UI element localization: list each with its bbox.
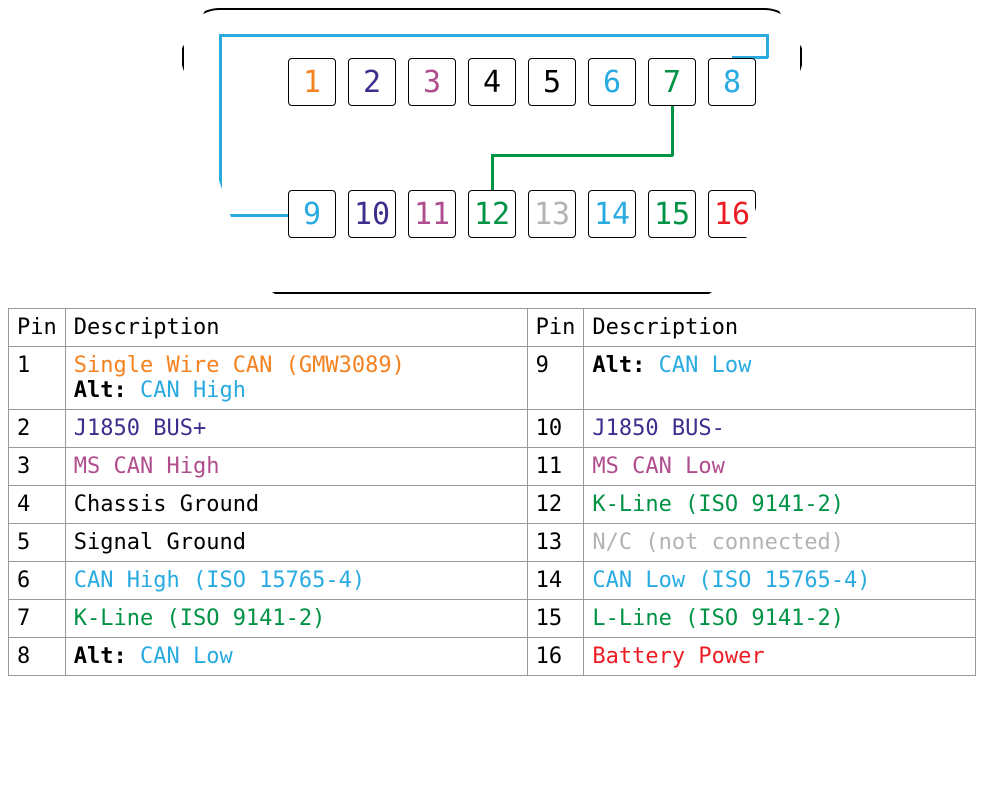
pin-desc: MS CAN High — [65, 448, 527, 486]
pin-2: 2 — [348, 58, 396, 106]
pin-9: 9 — [288, 190, 336, 238]
alt-text: CAN Low — [140, 644, 233, 669]
desc-text: L-Line (ISO 9141-2) — [592, 606, 844, 631]
col-pin: Pin — [9, 309, 66, 347]
connector-outline: 1 2 3 4 5 6 7 8 9 10 11 12 13 14 15 16 — [182, 8, 802, 294]
pin-desc: J1850 BUS+ — [65, 410, 527, 448]
desc-text: Signal Ground — [74, 530, 246, 555]
pin-num: 13 — [527, 524, 584, 562]
desc-text: MS CAN High — [74, 454, 220, 479]
table-header-row: Pin Description Pin Description — [9, 309, 976, 347]
obd-connector-diagram: 1 2 3 4 5 6 7 8 9 10 11 12 13 14 15 16 — [182, 8, 802, 294]
pin-desc: K-Line (ISO 9141-2) — [65, 600, 527, 638]
col-desc: Description — [584, 309, 976, 347]
table-row: 2 J1850 BUS+ 10 J1850 BUS- — [9, 410, 976, 448]
pin-num: 2 — [9, 410, 66, 448]
table-row: 7 K-Line (ISO 9141-2) 15 L-Line (ISO 914… — [9, 600, 976, 638]
alt-text: CAN High — [140, 378, 246, 403]
desc-text: CAN High (ISO 15765-4) — [74, 568, 365, 593]
pin-5: 5 — [528, 58, 576, 106]
pin-6: 6 — [588, 58, 636, 106]
desc-text: MS CAN Low — [592, 454, 724, 479]
pin-num: 4 — [9, 486, 66, 524]
pin-num: 11 — [527, 448, 584, 486]
desc-text: Single Wire CAN (GMW3089) — [74, 353, 405, 378]
table-row: 8 Alt: CAN Low 16 Battery Power — [9, 638, 976, 676]
pin-row-bottom: 9 10 11 12 13 14 15 16 — [288, 190, 756, 238]
wire-blue — [219, 34, 222, 216]
desc-text: K-Line (ISO 9141-2) — [74, 606, 326, 631]
pin-4: 4 — [468, 58, 516, 106]
desc-text: N/C (not connected) — [592, 530, 844, 555]
desc-text: J1850 BUS- — [592, 416, 724, 441]
pin-desc: K-Line (ISO 9141-2) — [584, 486, 976, 524]
pin-num: 5 — [9, 524, 66, 562]
col-desc: Description — [65, 309, 527, 347]
alt-label: Alt: — [74, 378, 127, 403]
col-pin: Pin — [527, 309, 584, 347]
pin-8: 8 — [708, 58, 756, 106]
table-row: 6 CAN High (ISO 15765-4) 14 CAN Low (ISO… — [9, 562, 976, 600]
pin-13: 13 — [528, 190, 576, 238]
pin-desc: J1850 BUS- — [584, 410, 976, 448]
pin-num: 9 — [527, 347, 584, 410]
pin-desc: Alt: CAN Low — [65, 638, 527, 676]
pin-num: 10 — [527, 410, 584, 448]
pin-10: 10 — [348, 190, 396, 238]
table-row: 3 MS CAN High 11 MS CAN Low — [9, 448, 976, 486]
pin-11: 11 — [408, 190, 456, 238]
pin-num: 7 — [9, 600, 66, 638]
pin-num: 6 — [9, 562, 66, 600]
pin-desc: N/C (not connected) — [584, 524, 976, 562]
pin-num: 15 — [527, 600, 584, 638]
pin-num: 8 — [9, 638, 66, 676]
alt-text: CAN Low — [659, 353, 752, 378]
table-row: 5 Signal Ground 13 N/C (not connected) — [9, 524, 976, 562]
pin-desc: CAN High (ISO 15765-4) — [65, 562, 527, 600]
pin-desc: Alt: CAN Low — [584, 347, 976, 410]
pin-desc: Battery Power — [584, 638, 976, 676]
wire-green — [491, 154, 494, 192]
pin-desc: CAN Low (ISO 15765-4) — [584, 562, 976, 600]
pin-num: 16 — [527, 638, 584, 676]
pin-desc: L-Line (ISO 9141-2) — [584, 600, 976, 638]
pin-1: 1 — [288, 58, 336, 106]
pin-14: 14 — [588, 190, 636, 238]
pin-desc: Chassis Ground — [65, 486, 527, 524]
pin-num: 3 — [9, 448, 66, 486]
pin-7: 7 — [648, 58, 696, 106]
alt-label: Alt: — [74, 644, 127, 669]
wire-green — [491, 154, 673, 157]
desc-text: Battery Power — [592, 644, 764, 669]
pin-num: 12 — [527, 486, 584, 524]
pin-12: 12 — [468, 190, 516, 238]
pin-desc: MS CAN Low — [584, 448, 976, 486]
wire-blue — [219, 34, 768, 37]
pin-3: 3 — [408, 58, 456, 106]
pin-16: 16 — [708, 190, 756, 238]
pin-row-top: 1 2 3 4 5 6 7 8 — [288, 58, 756, 106]
desc-text: Chassis Ground — [74, 492, 259, 517]
pin-desc: Single Wire CAN (GMW3089) Alt: CAN High — [65, 347, 527, 410]
table-row: 1 Single Wire CAN (GMW3089) Alt: CAN Hig… — [9, 347, 976, 410]
desc-text: CAN Low (ISO 15765-4) — [592, 568, 870, 593]
pin-desc: Signal Ground — [65, 524, 527, 562]
pinout-table: Pin Description Pin Description 1 Single… — [8, 308, 976, 676]
desc-text: J1850 BUS+ — [74, 416, 206, 441]
wire-blue — [766, 34, 769, 58]
pin-num: 1 — [9, 347, 66, 410]
alt-label: Alt: — [592, 353, 645, 378]
wire-blue — [219, 214, 288, 217]
wire-green — [671, 106, 674, 156]
desc-text: K-Line (ISO 9141-2) — [592, 492, 844, 517]
pin-15: 15 — [648, 190, 696, 238]
pin-num: 14 — [527, 562, 584, 600]
table-row: 4 Chassis Ground 12 K-Line (ISO 9141-2) — [9, 486, 976, 524]
